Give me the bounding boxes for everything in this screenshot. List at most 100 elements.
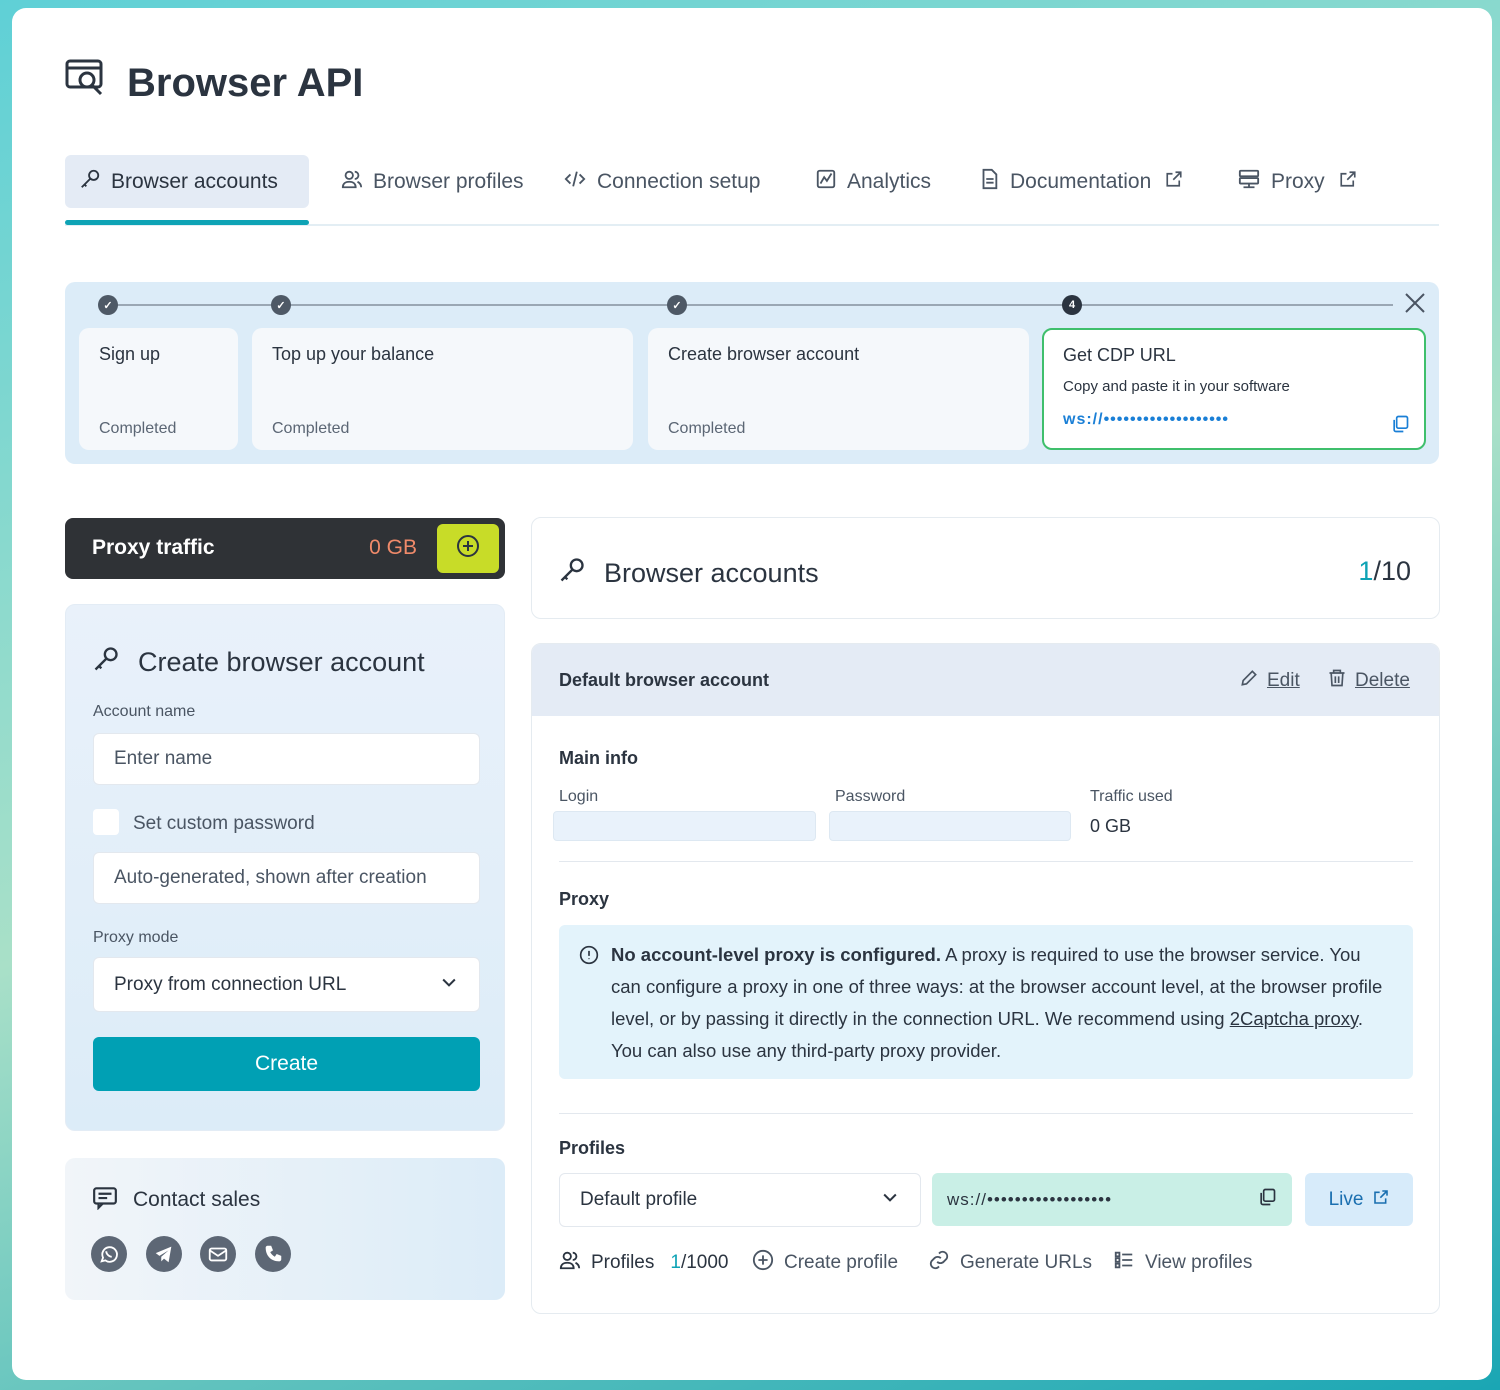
step-title: Get CDP URL [1063, 345, 1176, 365]
profile-ws-url[interactable]: ws://•••••••••••••••••• [932, 1173, 1292, 1226]
tab-label: Documentation [1010, 169, 1152, 193]
account-name-input[interactable]: Enter name [93, 733, 480, 785]
ws-url-text: ws://•••••••••••••••••• [947, 1189, 1113, 1209]
view-profiles-button[interactable]: View profiles [1113, 1249, 1252, 1277]
delete-button[interactable]: Delete [1327, 668, 1410, 694]
step-title: Sign up [99, 344, 161, 364]
link-icon [928, 1249, 950, 1277]
active-tab-indicator [65, 220, 309, 225]
browser-api-icon [65, 58, 107, 108]
step-sign-up: Sign up Completed [79, 328, 238, 450]
chevron-down-icon [880, 1187, 900, 1213]
create-profile-button[interactable]: Create profile [752, 1249, 898, 1277]
users-icon [341, 168, 363, 196]
proxy-info-note: No account-level proxy is configured. A … [559, 925, 1413, 1079]
password-value[interactable] [829, 811, 1071, 841]
profile-select[interactable]: Default profile [559, 1173, 921, 1227]
external-link-icon [1165, 170, 1183, 194]
page-title: Browser API [65, 58, 363, 108]
step-status: Completed [668, 420, 746, 437]
account-header-bar: Default browser account Edit Delete [532, 644, 1439, 716]
proxy-mode-value: Proxy from connection URL [114, 973, 347, 995]
tab-browser-accounts[interactable]: Browser accounts [65, 155, 309, 208]
onboarding-stepper: ✓ ✓ ✓ 4 Sign up Completed Top up your ba… [65, 282, 1439, 464]
custom-password-label: Set custom password [133, 813, 315, 834]
generate-urls-button[interactable]: Generate URLs [928, 1249, 1092, 1277]
server-icon [1237, 168, 1261, 196]
profiles-title: Profiles [559, 1138, 626, 1158]
step-title: Top up your balance [272, 344, 435, 364]
copy-icon[interactable] [1257, 1187, 1277, 1212]
cdp-url[interactable]: ws://••••••••••••••••••• [1063, 411, 1405, 429]
step-subtitle: Copy and paste it in your software [1063, 378, 1290, 395]
create-account-form: Create browser account Account name Ente… [65, 604, 505, 1131]
create-button[interactable]: Create [93, 1037, 480, 1091]
tab-connection-setup[interactable]: Connection setup [549, 155, 774, 208]
accounts-title-text: Browser accounts [604, 558, 819, 588]
tab-label: Connection setup [597, 169, 761, 193]
tab-analytics[interactable]: Analytics [801, 155, 945, 208]
whatsapp-icon[interactable] [91, 1236, 127, 1272]
plus-circle-icon [752, 1249, 774, 1277]
tab-label: Analytics [847, 169, 932, 193]
traffic-label: Proxy traffic [92, 536, 215, 559]
divider [559, 1113, 1413, 1114]
delete-label: Delete [1355, 670, 1410, 691]
form-title-text: Create browser account [138, 647, 425, 677]
traffic-used-value: 0 GB [1090, 816, 1132, 836]
chevron-down-icon [439, 972, 459, 998]
accounts-count: 1/10 [1358, 556, 1411, 587]
step-create-account: Create browser account Completed [648, 328, 1029, 450]
divider [559, 861, 1413, 862]
view-profiles-label: View profiles [1145, 1252, 1253, 1273]
profile-select-value: Default profile [580, 1189, 698, 1210]
contact-title: Contact sales [91, 1184, 260, 1216]
list-icon [1113, 1249, 1135, 1277]
chart-icon [815, 168, 837, 196]
captcha-proxy-link[interactable]: 2Captcha proxy [1230, 1008, 1358, 1029]
external-link-icon [1339, 170, 1357, 194]
add-traffic-button[interactable] [437, 524, 499, 573]
tab-browser-profiles[interactable]: Browser profiles [327, 155, 538, 208]
live-button[interactable]: Live [1305, 1173, 1413, 1226]
close-icon[interactable] [1404, 292, 1426, 319]
key-icon [79, 168, 101, 196]
step-title: Create browser account [668, 344, 860, 364]
app-title: Browser API [127, 60, 364, 105]
password-input[interactable]: Auto-generated, shown after creation [93, 852, 480, 904]
step-status: Completed [272, 420, 350, 437]
form-title: Create browser account [92, 645, 425, 680]
edit-button[interactable]: Edit [1239, 668, 1300, 694]
proxy-note-text: No account-level proxy is configured. A … [611, 939, 1391, 1067]
step-top-up: Top up your balance Completed [252, 328, 633, 450]
login-value[interactable] [553, 811, 816, 841]
traffic-value: 0 GB [369, 536, 417, 559]
profiles-label: Profiles [591, 1252, 655, 1273]
plus-circle-icon [456, 534, 480, 563]
proxy-traffic-bar: Proxy traffic 0 GB [65, 518, 505, 579]
copy-icon[interactable] [1390, 414, 1410, 439]
proxy-mode-select[interactable]: Proxy from connection URL [93, 957, 480, 1012]
step-get-cdp-url: Get CDP URL Copy and paste it in your so… [1042, 328, 1426, 450]
key-icon [558, 556, 586, 591]
step-number: 4 [1062, 295, 1082, 315]
custom-password-checkbox[interactable] [93, 809, 119, 835]
stepper-track [108, 304, 1393, 306]
live-label: Live [1328, 1188, 1364, 1210]
users-icon [559, 1249, 581, 1277]
tab-label: Browser profiles [373, 169, 524, 193]
external-link-icon [1373, 1189, 1389, 1211]
step-check-icon: ✓ [667, 295, 687, 315]
login-label: Login [559, 788, 599, 805]
info-icon [579, 945, 599, 970]
phone-icon[interactable] [255, 1236, 291, 1272]
create-profile-label: Create profile [784, 1252, 899, 1273]
main-info-title: Main info [559, 748, 638, 768]
telegram-icon[interactable] [146, 1236, 182, 1272]
email-icon[interactable] [200, 1236, 236, 1272]
tab-documentation[interactable]: Documentation [964, 155, 1197, 208]
browser-accounts-header: Browser accounts 1/10 [531, 517, 1440, 619]
tab-proxy[interactable]: Proxy [1223, 155, 1371, 208]
proxy-title: Proxy [559, 889, 610, 909]
password-label: Password [835, 788, 906, 805]
